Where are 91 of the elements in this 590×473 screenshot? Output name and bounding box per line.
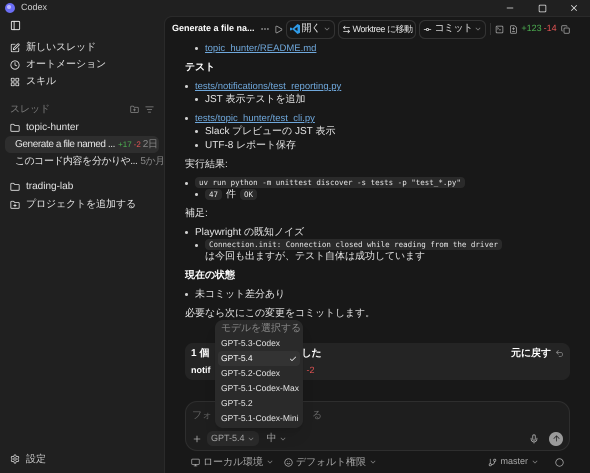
- file-name: notif: [191, 364, 210, 376]
- changes-summary: した: [301, 348, 322, 360]
- file-link[interactable]: tests/topic_hunter/test_cli.py: [195, 112, 315, 125]
- model-option[interactable]: GPT-5.1-Codex-Max: [218, 381, 300, 396]
- copy-icon[interactable]: [560, 24, 570, 34]
- arrow-up-icon: [552, 434, 560, 443]
- mic-icon[interactable]: [529, 434, 539, 444]
- list-text: Slack プレビューの JST 表示: [205, 125, 336, 138]
- nav-item[interactable]: オートメーション: [5, 56, 159, 73]
- section-label: スレッド: [10, 102, 50, 116]
- chevron-down-icon: [369, 458, 377, 466]
- filter-icon[interactable]: [145, 104, 154, 114]
- swap-arrows-icon: [342, 24, 351, 34]
- model-button[interactable]: GPT-5.4: [207, 431, 259, 446]
- folder-plus-icon: [10, 200, 20, 210]
- open-button[interactable]: 開く: [286, 20, 335, 38]
- file-link[interactable]: tests/notifications/test_reporting.py: [195, 80, 342, 93]
- chevron-down-icon: [474, 25, 482, 33]
- section-heading: テスト: [185, 61, 216, 74]
- placeholder-text: る: [312, 408, 322, 422]
- settings-item[interactable]: 設定: [5, 451, 159, 467]
- effort-button[interactable]: 中: [264, 431, 290, 446]
- settings-icon: [10, 454, 20, 464]
- diff-icon[interactable]: [509, 24, 518, 34]
- added-count: +123: [521, 22, 542, 36]
- message-text: 補足:: [185, 207, 209, 220]
- play-icon[interactable]: [274, 24, 283, 34]
- chevron-down-icon: [322, 25, 331, 33]
- new-folder-icon[interactable]: [130, 104, 139, 114]
- section-heading: 現在の状態: [185, 269, 236, 282]
- undo-button[interactable]: 元に戻す: [511, 348, 564, 360]
- thread-age: 5か月: [140, 155, 164, 169]
- model-option[interactable]: GPT-5.4: [218, 351, 300, 366]
- folder-icon: [10, 182, 20, 192]
- logo-icon: [5, 3, 15, 13]
- removed-count: -2: [306, 364, 315, 376]
- pen-square-icon: [10, 42, 20, 52]
- commit-button[interactable]: コミット: [419, 20, 486, 38]
- list-text: 未コミット差分あり: [195, 288, 285, 301]
- project-item[interactable]: trading-lab: [5, 178, 159, 195]
- nav-item[interactable]: 新しいスレッド: [5, 39, 159, 56]
- send-button[interactable]: [549, 432, 563, 446]
- list-text: 件: [226, 188, 236, 201]
- vscode-icon: [290, 24, 300, 34]
- check-icon: [289, 354, 297, 362]
- maximize-icon: [538, 4, 546, 12]
- thread-age: 2日: [142, 138, 158, 152]
- worktree-button[interactable]: Worktree に移動: [338, 20, 416, 38]
- sidebar-icon: [10, 20, 21, 31]
- thread-title: Generate a file na...: [172, 22, 255, 36]
- monitor-icon: [191, 458, 200, 466]
- window-title: Codex: [21, 1, 48, 14]
- changes-summary: 1 個: [191, 348, 210, 360]
- status-icon: [555, 458, 564, 466]
- terminal-icon[interactable]: [495, 24, 504, 34]
- branch-button[interactable]: master: [488, 455, 539, 469]
- smile-icon: [284, 458, 293, 466]
- project-item[interactable]: topic-hunter: [5, 119, 159, 136]
- clock-icon: [10, 60, 20, 70]
- grid-icon: [10, 76, 20, 86]
- file-link[interactable]: topic_hunter/README.md: [205, 42, 316, 55]
- list-text: は今回も出ますが、テスト自体は成功しています: [205, 250, 425, 263]
- model-option[interactable]: GPT-5.2-Codex: [218, 366, 300, 381]
- chevron-down-icon: [266, 458, 274, 466]
- menu-header: モデルを選択する: [220, 322, 300, 336]
- thread-title: このコード内容を分かりや...: [15, 154, 138, 169]
- branch-icon: [488, 458, 498, 466]
- add-icon[interactable]: [192, 434, 202, 444]
- folder-icon: [10, 122, 20, 132]
- permissions-button[interactable]: デフォルト権限: [284, 454, 377, 470]
- thread-item[interactable]: Generate a file named ... +17 -2 2日: [5, 136, 159, 153]
- list-text: JST 表示テストを追加: [205, 93, 306, 106]
- model-option[interactable]: GPT-5.2: [218, 396, 300, 411]
- sidebar-toggle-button[interactable]: [10, 20, 22, 31]
- undo-icon: [555, 349, 564, 358]
- close-icon: [569, 3, 579, 13]
- removed-count: -2: [134, 138, 141, 150]
- list-text: UTF-8 レポート保存: [205, 139, 296, 152]
- model-option[interactable]: GPT-5.3-Codex: [218, 336, 300, 351]
- placeholder-text: フォ: [192, 408, 212, 422]
- added-count: +17: [118, 138, 132, 150]
- model-option[interactable]: GPT-5.1-Codex-Mini: [218, 411, 300, 426]
- thread-title: Generate a file named ...: [15, 138, 116, 152]
- add-project-item[interactable]: プロジェクトを追加する: [5, 196, 159, 213]
- message-text: 実行結果:: [185, 158, 229, 171]
- nav-item[interactable]: スキル: [5, 73, 159, 90]
- environment-button[interactable]: ローカル環境: [191, 454, 274, 470]
- removed-count: -14: [544, 22, 557, 36]
- message-text: 必要なら次にこの変更をコミットします。: [185, 307, 376, 320]
- list-text: Playwright の既知ノイズ: [195, 226, 304, 239]
- chevron-down-icon: [531, 458, 539, 466]
